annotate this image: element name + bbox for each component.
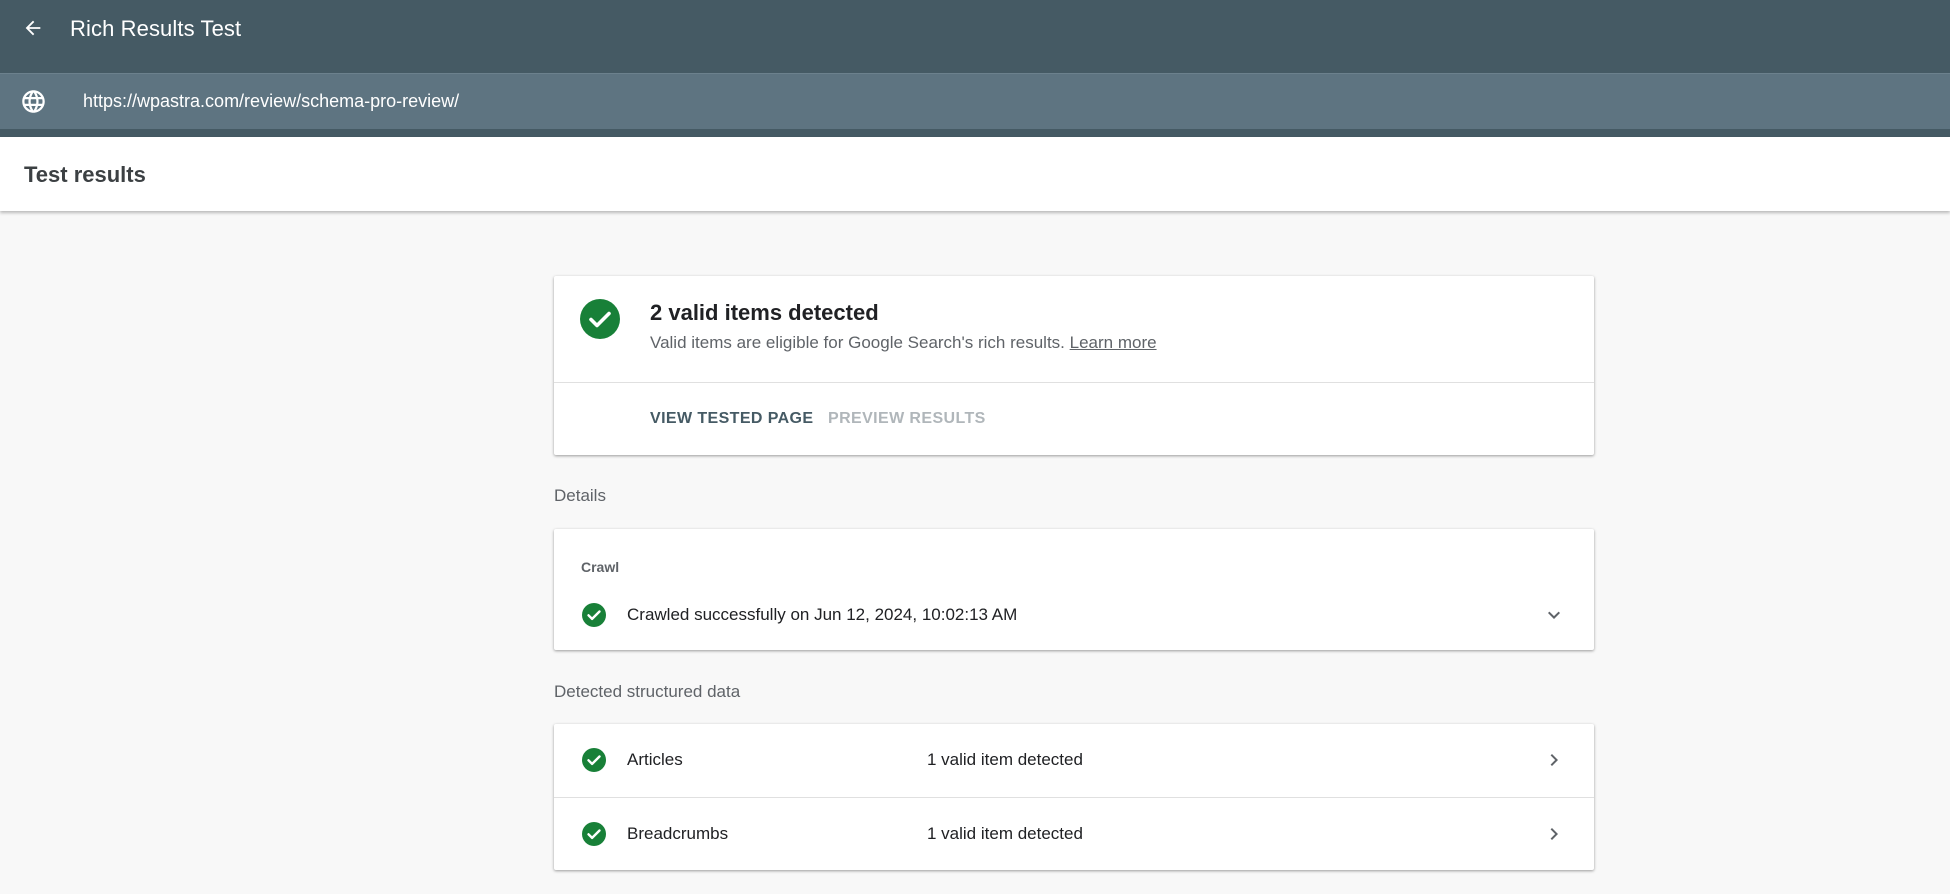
chevron-down-icon[interactable]: [1542, 603, 1566, 627]
summary-card: 2 valid items detected Valid items are e…: [554, 276, 1594, 455]
crawl-status: Crawled successfully on Jun 12, 2024, 10…: [627, 605, 1018, 624]
page-title: Test results: [24, 162, 146, 187]
learn-more-link[interactable]: Learn more: [1070, 333, 1157, 352]
crawl-card[interactable]: Crawl Crawled successfully on Jun 12, 20…: [554, 529, 1594, 650]
chevron-right-icon: [1550, 828, 1558, 840]
summary-description-text: Valid items are eligible for Google Sear…: [650, 333, 1065, 352]
row-item-status: 1 valid item detected: [927, 750, 1083, 769]
row-item-status: 1 valid item detected: [927, 824, 1083, 843]
back-button[interactable]: [16, 11, 50, 45]
globe-icon: [22, 90, 45, 113]
check-circle-icon: [582, 822, 606, 846]
app-header: Rich Results Test https://wpastra.com/re…: [0, 0, 1950, 137]
title-row: Rich Results Test: [0, 0, 1950, 58]
structured-data-card: Articles 1 valid item detected Breadcrum…: [554, 724, 1594, 870]
row-item-name: Articles: [627, 750, 683, 769]
row-item-name: Breadcrumbs: [627, 824, 729, 843]
crawl-heading: Crawl: [581, 559, 620, 575]
details-label: Details: [554, 486, 606, 505]
chevron-right-icon: [1550, 754, 1558, 766]
preview-results-button[interactable]: PREVIEW RESULTS: [828, 410, 986, 428]
structured-data-row-breadcrumbs[interactable]: Breadcrumbs 1 valid item detected: [554, 797, 1594, 871]
structured-data-label: Detected structured data: [554, 682, 741, 701]
check-circle-icon: [582, 748, 606, 772]
check-circle-icon: [582, 603, 606, 627]
url-bar[interactable]: https://wpastra.com/review/schema-pro-re…: [0, 73, 1950, 129]
arrow-back-icon: [25, 20, 41, 36]
card-divider: [554, 382, 1594, 383]
summary-heading: 2 valid items detected: [650, 300, 879, 325]
structured-data-row-articles[interactable]: Articles 1 valid item detected: [554, 724, 1594, 797]
check-circle-icon: [580, 299, 620, 339]
url-text[interactable]: https://wpastra.com/review/schema-pro-re…: [83, 91, 459, 112]
app-title: Rich Results Test: [70, 16, 242, 41]
view-tested-page-button[interactable]: VIEW TESTED PAGE: [650, 410, 813, 428]
summary-description: Valid items are eligible for Google Sear…: [650, 333, 1157, 353]
results-subheader: Test results: [0, 137, 1950, 211]
